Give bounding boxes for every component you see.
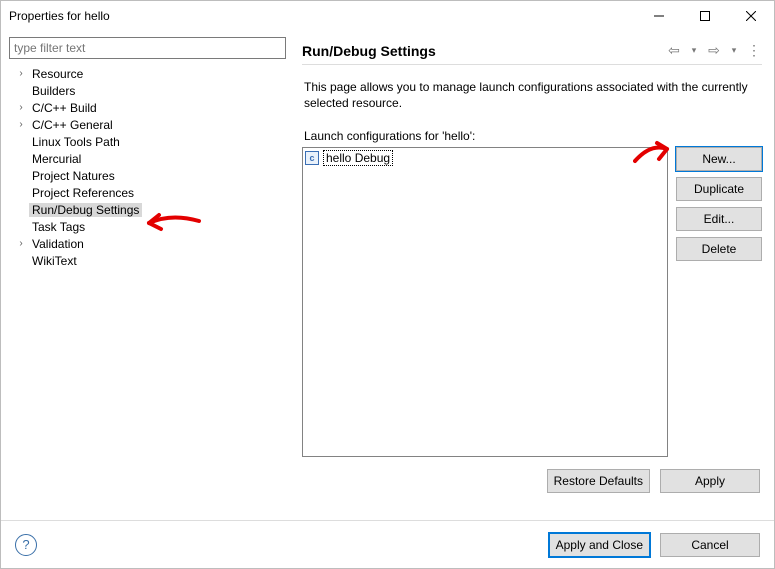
- tree-item-label: Mercurial: [29, 152, 84, 166]
- edit-button[interactable]: Edit...: [676, 207, 762, 231]
- tree-item[interactable]: Project References: [9, 184, 286, 201]
- heading-toolbar: ⇦ ▾ ⇨ ▾ ⋮: [666, 43, 762, 59]
- filter-input[interactable]: [9, 37, 286, 59]
- tree-item[interactable]: Linux Tools Path: [9, 133, 286, 150]
- nav-tree[interactable]: ›ResourceBuilders›C/C++ Build›C/C++ Gene…: [9, 65, 286, 269]
- chevron-right-icon[interactable]: ›: [13, 238, 29, 249]
- chevron-right-icon[interactable]: ›: [13, 102, 29, 113]
- tree-item-label: C/C++ Build: [29, 101, 100, 115]
- config-list-label: Launch configurations for 'hello':: [304, 129, 760, 143]
- config-row: c hello Debug New... Duplicate Edit... De…: [302, 147, 762, 457]
- cancel-button[interactable]: Cancel: [660, 533, 760, 557]
- tree-item-label: Validation: [29, 237, 87, 251]
- config-item[interactable]: c hello Debug: [305, 150, 665, 166]
- tree-item-label: Resource: [29, 67, 86, 81]
- title-bar: Properties for hello: [1, 1, 774, 31]
- tree-item-label: Run/Debug Settings: [29, 203, 142, 217]
- minimize-button[interactable]: [636, 1, 682, 31]
- nav-back-icon[interactable]: ⇦: [666, 43, 682, 59]
- new-button[interactable]: New...: [676, 147, 762, 171]
- heading-row: Run/Debug Settings ⇦ ▾ ⇨ ▾ ⋮: [302, 37, 762, 65]
- dialog-content: ›ResourceBuilders›C/C++ Build›C/C++ Gene…: [1, 31, 774, 520]
- tree-item[interactable]: ›Validation: [9, 235, 286, 252]
- tree-item[interactable]: Builders: [9, 82, 286, 99]
- window-controls: [636, 1, 774, 31]
- chevron-right-icon[interactable]: ›: [13, 119, 29, 130]
- config-side-buttons: New... Duplicate Edit... Delete: [676, 147, 762, 457]
- tree-item[interactable]: ›C/C++ Build: [9, 99, 286, 116]
- tree-item[interactable]: WikiText: [9, 252, 286, 269]
- config-item-label: hello Debug: [323, 150, 393, 166]
- restore-defaults-button[interactable]: Restore Defaults: [547, 469, 650, 493]
- config-list[interactable]: c hello Debug: [302, 147, 668, 457]
- right-pane: Run/Debug Settings ⇦ ▾ ⇨ ▾ ⋮ This page a…: [296, 31, 774, 520]
- left-pane: ›ResourceBuilders›C/C++ Build›C/C++ Gene…: [1, 31, 296, 520]
- apply-button[interactable]: Apply: [660, 469, 760, 493]
- tree-item-label: C/C++ General: [29, 118, 116, 132]
- tree-item-label: Project References: [29, 186, 137, 200]
- close-button[interactable]: [728, 1, 774, 31]
- help-icon[interactable]: ?: [15, 534, 37, 556]
- tree-item-label: Project Natures: [29, 169, 118, 183]
- page-bottom-buttons: Restore Defaults Apply: [302, 469, 762, 493]
- tree-item[interactable]: Project Natures: [9, 167, 286, 184]
- tree-item-label: WikiText: [29, 254, 80, 268]
- tree-item[interactable]: Task Tags: [9, 218, 286, 235]
- tree-item-label: Linux Tools Path: [29, 135, 123, 149]
- nav-forward-icon[interactable]: ⇨: [706, 43, 722, 59]
- tree-item[interactable]: Mercurial: [9, 150, 286, 167]
- chevron-right-icon[interactable]: ›: [13, 68, 29, 79]
- chevron-down-icon[interactable]: ▾: [686, 43, 702, 59]
- tree-item-label: Task Tags: [29, 220, 88, 234]
- delete-button[interactable]: Delete: [676, 237, 762, 261]
- page-intro: This page allows you to manage launch co…: [304, 79, 760, 111]
- tree-item[interactable]: ›C/C++ General: [9, 116, 286, 133]
- c-file-icon: c: [305, 151, 319, 165]
- apply-and-close-button[interactable]: Apply and Close: [549, 533, 650, 557]
- window-title: Properties for hello: [9, 9, 636, 23]
- maximize-button[interactable]: [682, 1, 728, 31]
- dialog-footer: ? Apply and Close Cancel: [1, 520, 774, 568]
- duplicate-button[interactable]: Duplicate: [676, 177, 762, 201]
- chevron-down-icon[interactable]: ▾: [726, 43, 742, 59]
- tree-item[interactable]: ›Resource: [9, 65, 286, 82]
- menu-icon[interactable]: ⋮: [746, 43, 762, 59]
- tree-item[interactable]: Run/Debug Settings: [9, 201, 286, 218]
- page-heading: Run/Debug Settings: [302, 43, 666, 59]
- tree-item-label: Builders: [29, 84, 78, 98]
